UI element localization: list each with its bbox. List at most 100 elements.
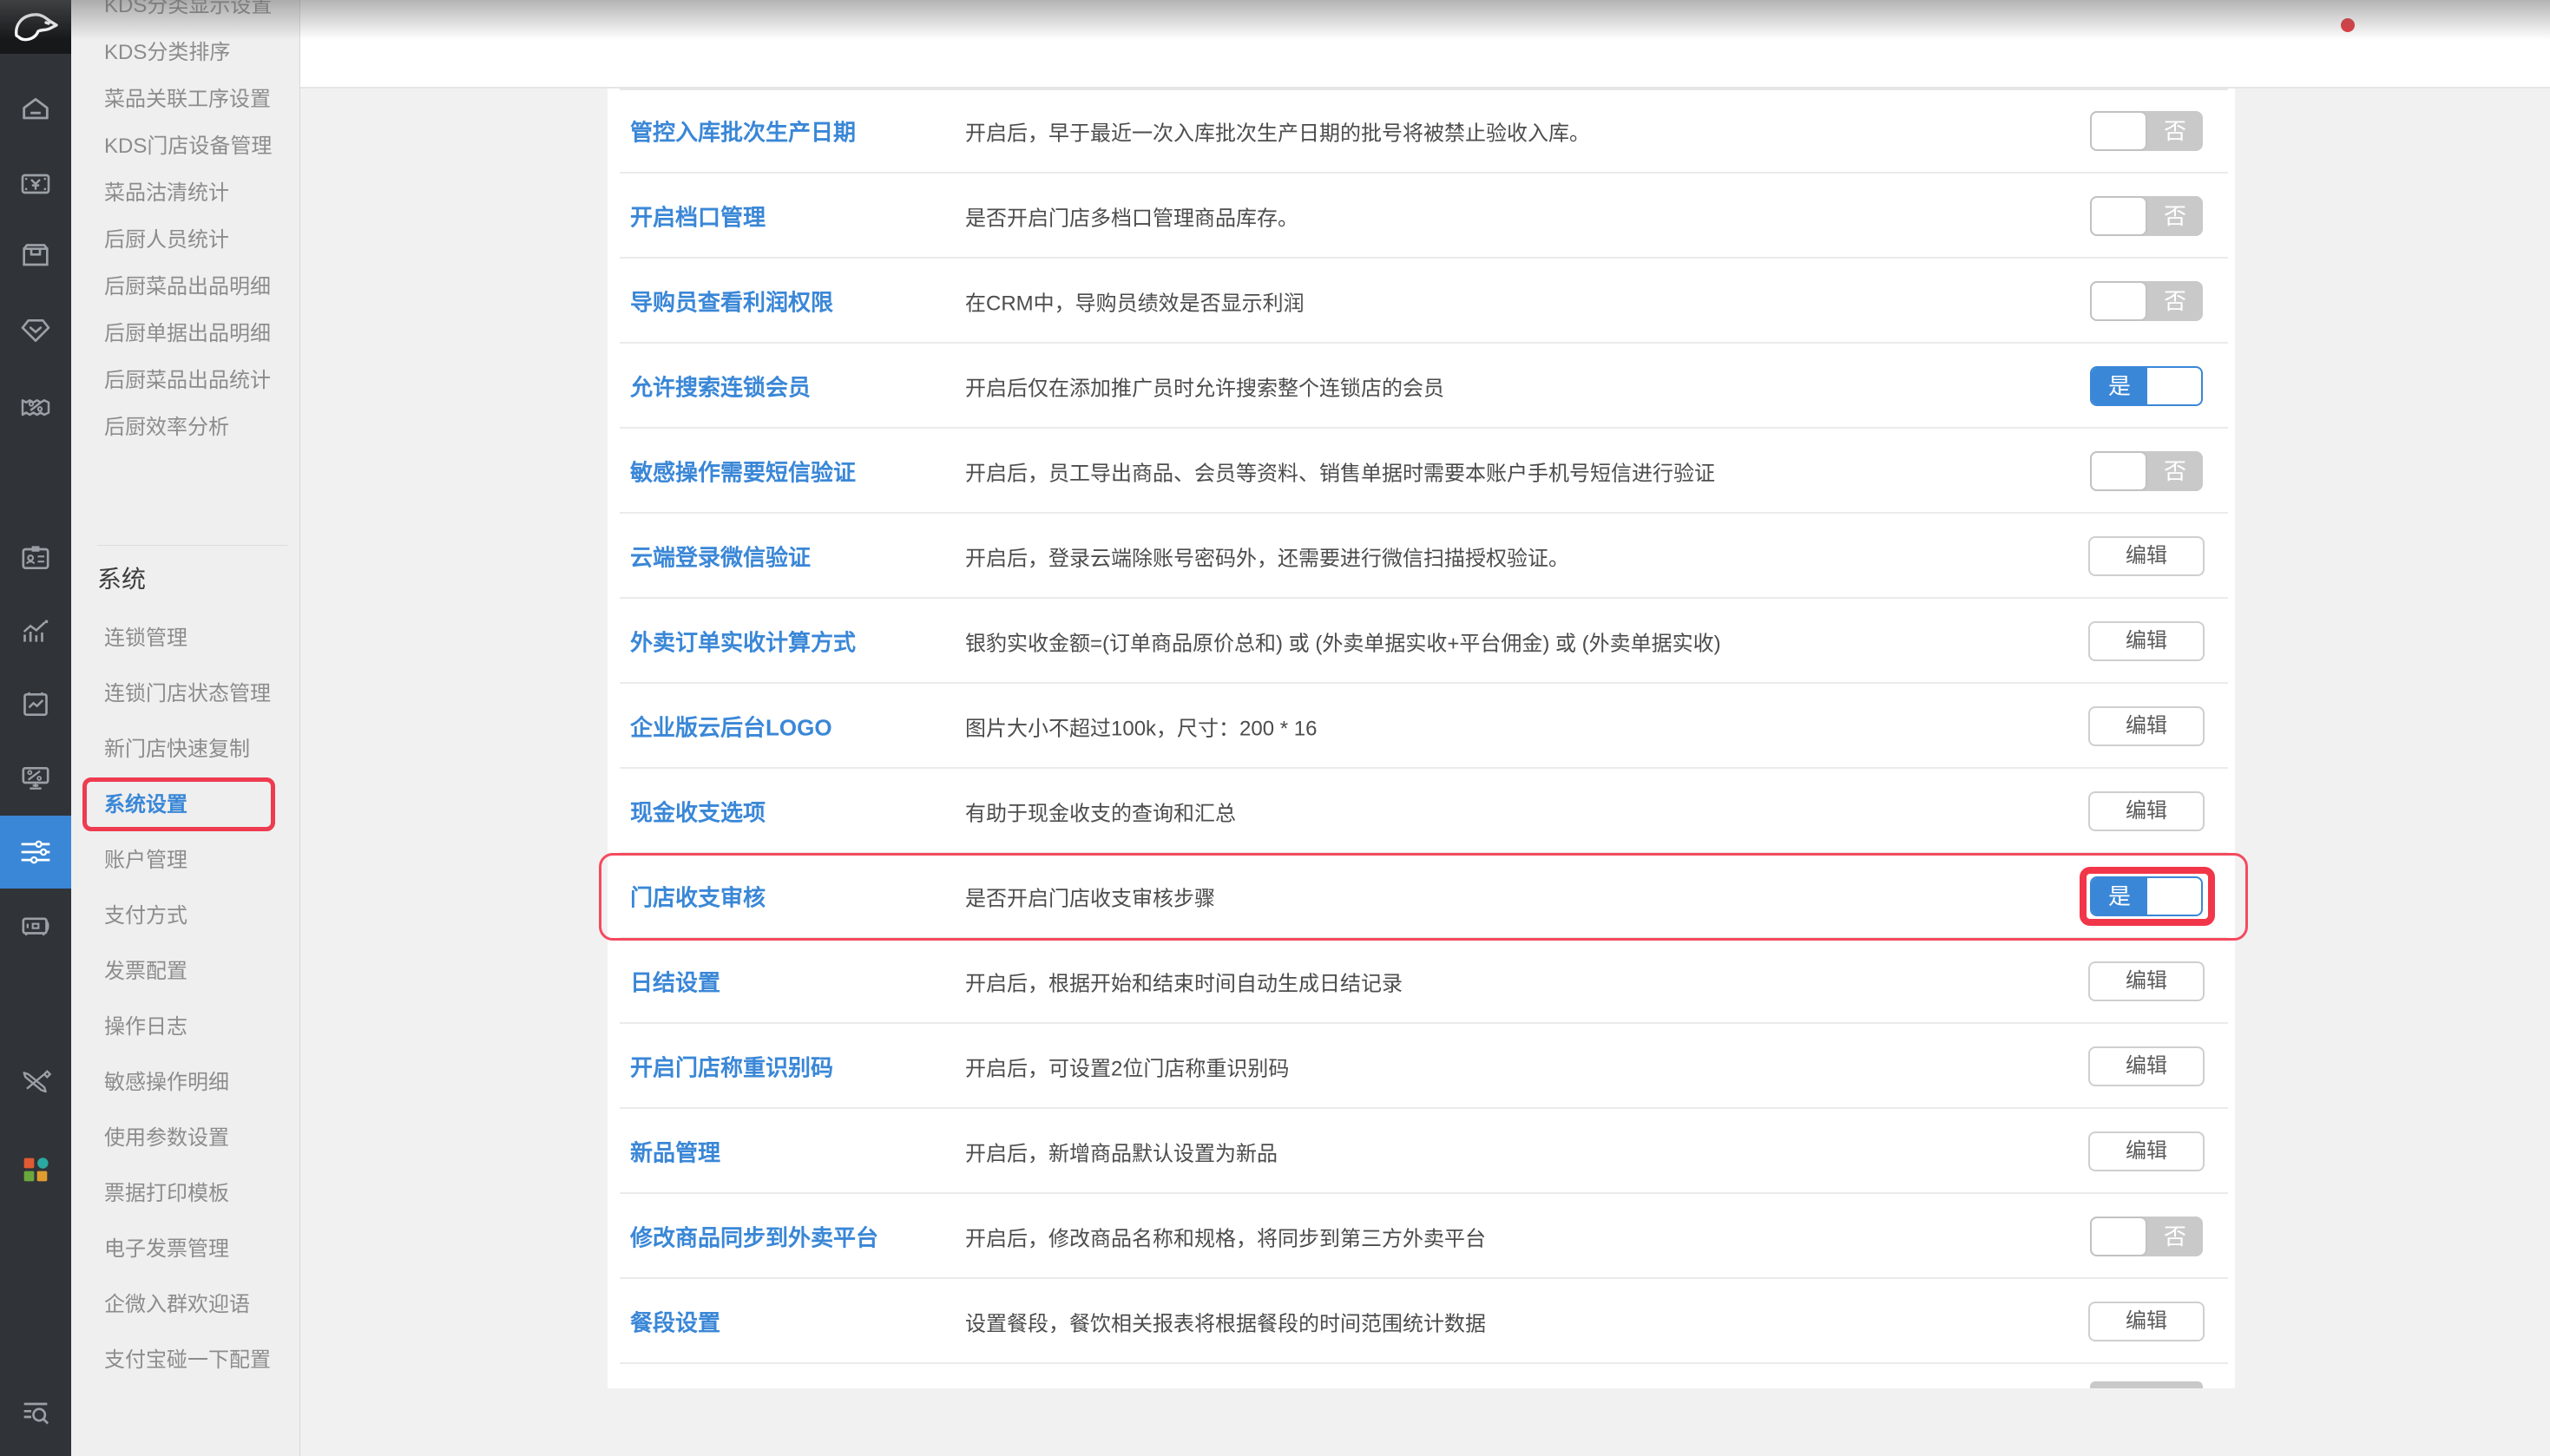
sidebar-item-system-13[interactable]: 支付宝碰一下配置 xyxy=(71,1333,299,1388)
settings-row: 管控入库批次生产日期开启后，早于最近一次入库批次生产日期的批号将被禁止验收入库。… xyxy=(608,89,2235,174)
setting-description: 在CRM中，导购员绩效是否显示利润 xyxy=(965,286,1305,317)
setting-control: 是 xyxy=(2088,366,2205,406)
edit-button[interactable]: 编辑 xyxy=(2088,1046,2205,1086)
member-diamond-icon[interactable] xyxy=(16,312,55,350)
edit-button[interactable]: 编辑 xyxy=(2088,961,2205,1001)
sidebar-item-system-6[interactable]: 发票配置 xyxy=(71,944,299,1000)
sidebar-item-system-10[interactable]: 票据打印模板 xyxy=(71,1166,299,1222)
edit-button[interactable]: 编辑 xyxy=(2088,1302,2205,1341)
coupon-percent-icon[interactable] xyxy=(16,387,55,425)
sidebar-item-system-0[interactable]: 连锁管理 xyxy=(71,611,299,666)
setting-control: 否 xyxy=(2088,111,2205,151)
settings-row: 日结设置开启后，根据开始和结束时间自动生成日结记录编辑 xyxy=(608,939,2235,1024)
search-list-icon[interactable] xyxy=(16,1394,55,1432)
toggle-knob xyxy=(2090,281,2147,321)
sidebar-item-kds-4[interactable]: 菜品沽清统计 xyxy=(71,170,299,217)
setting-control: 编辑 xyxy=(2088,1131,2205,1171)
sidebar-section-system: 系统 xyxy=(97,561,146,599)
setting-link-9[interactable]: 门店收支审核 xyxy=(630,881,766,913)
edit-button[interactable]: 编辑 xyxy=(2088,536,2205,576)
setting-control: 否 xyxy=(2088,1217,2205,1256)
settings-row: 餐段设置设置餐段，餐饮相关报表将根据餐段的时间范围统计数据编辑 xyxy=(608,1279,2235,1364)
sidebar-item-system-2[interactable]: 新门店快速复制 xyxy=(71,722,299,777)
toggle-off[interactable]: 否 xyxy=(2090,1217,2203,1256)
sidebar-item-system-11[interactable]: 电子发票管理 xyxy=(71,1222,299,1277)
toggle-on[interactable]: 是 xyxy=(2090,366,2203,406)
staff-badge-icon[interactable] xyxy=(16,539,55,577)
setting-link-13[interactable]: 修改商品同步到外卖平台 xyxy=(630,1221,878,1253)
report-doc-icon[interactable] xyxy=(16,685,55,724)
sidebar-item-kds-1[interactable]: KDS分类排序 xyxy=(71,30,299,76)
goods-box-icon[interactable] xyxy=(16,237,55,275)
edit-button[interactable]: 编辑 xyxy=(2088,706,2205,746)
sidebar-item-system-5[interactable]: 支付方式 xyxy=(71,889,299,944)
setting-link-1[interactable]: 开启档口管理 xyxy=(630,200,766,233)
sidebar-item-kds-0[interactable]: KDS分类显示设置 xyxy=(71,0,299,30)
sidebar-item-kds-3[interactable]: KDS门店设备管理 xyxy=(71,123,299,170)
sidebar-item-system-12[interactable]: 企微入群欢迎语 xyxy=(71,1277,299,1333)
setting-link-12[interactable]: 新品管理 xyxy=(630,1136,720,1168)
setting-link-2[interactable]: 导购员查看利润权限 xyxy=(630,285,833,318)
toggle-off[interactable]: 否 xyxy=(2090,451,2203,491)
setting-control: 否 xyxy=(2088,281,2205,321)
toggle-off[interactable]: 否 xyxy=(2090,196,2203,236)
setting-link-4[interactable]: 敏感操作需要短信验证 xyxy=(630,456,856,488)
toggle-off[interactable]: 否 xyxy=(2090,281,2203,321)
setting-description: 开启后，可设置2位门店称重识别码 xyxy=(965,1052,1289,1082)
edit-button[interactable]: 编辑 xyxy=(2088,1131,2205,1171)
settings-sliders-icon[interactable] xyxy=(16,833,55,871)
sidebar-item-system-1[interactable]: 连锁门店状态管理 xyxy=(71,666,299,722)
left-rail xyxy=(0,0,71,1456)
setting-link-14[interactable]: 餐段设置 xyxy=(630,1306,720,1338)
toggle-label: 否 xyxy=(2147,281,2203,321)
cash-drawer-icon[interactable] xyxy=(16,908,55,946)
toggle-label: 是 xyxy=(2092,368,2147,404)
sidebar-item-system-9[interactable]: 使用参数设置 xyxy=(71,1111,299,1166)
sidebar-item-system-7[interactable]: 操作日志 xyxy=(71,1000,299,1055)
apps-squares-icon[interactable] xyxy=(16,1151,55,1189)
toggle-on[interactable]: 是 xyxy=(2090,876,2203,916)
setting-link-10[interactable]: 日结设置 xyxy=(630,966,720,998)
settings-row: 开启档口管理是否开启门店多档口管理商品库存。否 xyxy=(608,174,2235,259)
setting-control: 是 xyxy=(2088,876,2205,916)
setting-link-6[interactable]: 外卖订单实收计算方式 xyxy=(630,626,856,658)
annotation-active-menu-item xyxy=(82,777,275,831)
edit-button[interactable]: 编辑 xyxy=(2088,791,2205,831)
toggle-knob xyxy=(2090,451,2147,491)
setting-link-11[interactable]: 开启门店称重识别码 xyxy=(630,1051,833,1083)
sidebar-item-system-4[interactable]: 账户管理 xyxy=(71,833,299,889)
sidebar-system-list: 连锁管理连锁门店状态管理新门店快速复制系统设置账户管理支付方式发票配置操作日志敏… xyxy=(71,611,299,1388)
settings-rows: 管控入库批次生产日期开启后，早于最近一次入库批次生产日期的批号将被禁止验收入库。… xyxy=(608,87,2235,1387)
setting-link-3[interactable]: 允许搜索连锁会员 xyxy=(630,371,811,403)
sidebar-item-kds-9[interactable]: 后厨效率分析 xyxy=(71,404,299,451)
sidebar-item-system-8[interactable]: 敏感操作明细 xyxy=(71,1055,299,1111)
tools-icon[interactable] xyxy=(16,1064,55,1102)
toggle-label: 否 xyxy=(2147,451,2203,491)
stats-chart-icon[interactable] xyxy=(16,613,55,651)
sidebar-item-kds-8[interactable]: 后厨菜品出品统计 xyxy=(71,357,299,404)
setting-control: 编辑 xyxy=(2088,1302,2205,1341)
sidebar-item-system-3[interactable]: 系统设置 xyxy=(71,777,299,833)
sidebar-item-kds-7[interactable]: 后厨单据出品明细 xyxy=(71,311,299,357)
setting-control: 编辑 xyxy=(2088,706,2205,746)
settings-row: 允许搜索连锁会员 开启后仅在添加推广员时允许搜索整个连锁店的会员 是 xyxy=(608,344,2235,429)
sidebar-item-kds-6[interactable]: 后厨菜品出品明细 xyxy=(71,264,299,311)
setting-link-8[interactable]: 现金收支选项 xyxy=(630,796,766,828)
edit-button[interactable]: 编辑 xyxy=(2088,621,2205,661)
setting-description: 开启后仅在添加推广员时允许搜索整个连锁店的会员 xyxy=(965,371,1444,402)
setting-link-5[interactable]: 云端登录微信验证 xyxy=(630,541,811,573)
setting-link-0[interactable]: 管控入库批次生产日期 xyxy=(630,115,856,148)
setting-description: 有助于现金收支的查询和汇总 xyxy=(965,797,1236,827)
sidebar-kds-list: KDS分类显示设置KDS分类排序菜品关联工序设置KDS门店设备管理菜品沽清统计后… xyxy=(71,0,299,451)
sidebar-item-kds-2[interactable]: 菜品关联工序设置 xyxy=(71,76,299,123)
sidebar-item-kds-5[interactable]: 后厨人员统计 xyxy=(71,217,299,264)
logo-panther[interactable] xyxy=(0,0,71,54)
money-icon[interactable] xyxy=(16,165,55,203)
home-icon[interactable] xyxy=(16,90,55,128)
screen-percent-icon[interactable] xyxy=(16,759,55,797)
toggle-off[interactable]: 否 xyxy=(2090,111,2203,151)
toggle-label: 否 xyxy=(2147,1217,2203,1256)
setting-link-7[interactable]: 企业版云后台LOGO xyxy=(630,711,832,743)
sidebar-divider xyxy=(97,545,287,546)
setting-control: 否 xyxy=(2088,196,2205,236)
